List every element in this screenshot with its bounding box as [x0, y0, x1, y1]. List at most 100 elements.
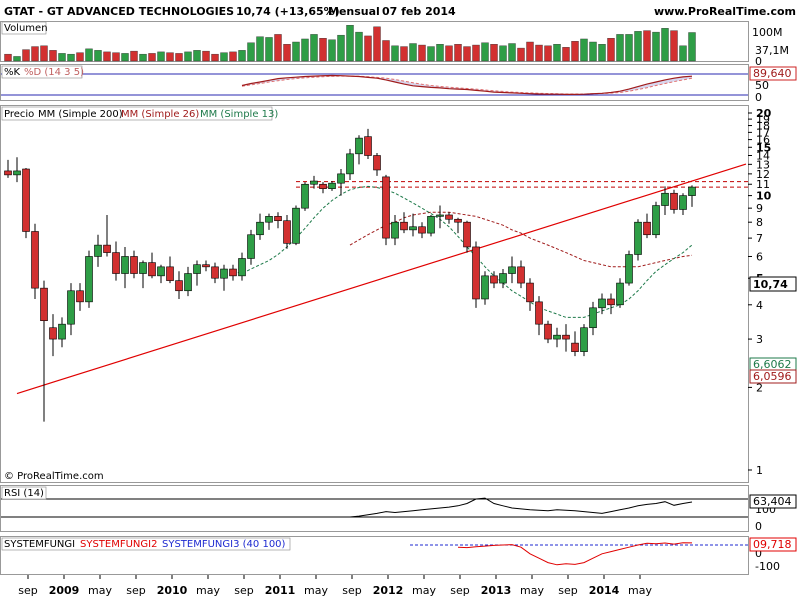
candle-body	[94, 244, 102, 257]
volume-bar	[148, 53, 156, 62]
candle-body	[562, 334, 570, 340]
volume-bar	[202, 50, 210, 62]
rsi-label: RSI (14)	[4, 488, 44, 499]
volume-bar	[607, 38, 615, 62]
volume-bar	[589, 41, 597, 62]
candle-body	[319, 183, 327, 189]
candle-body	[418, 226, 426, 234]
volume-bar	[103, 51, 111, 62]
legend-ma200: MM (Simple 200)	[38, 109, 123, 120]
ticker-title: GTAT - GT ADVANCED TECHNOLOGIES	[4, 5, 234, 18]
candle-body	[445, 214, 453, 220]
rsi-value-text: 63,404	[753, 495, 792, 508]
volume-bar	[364, 35, 372, 62]
volume-bar	[238, 50, 246, 62]
time-tick-label: sep	[18, 584, 37, 597]
volume-bar	[319, 38, 327, 62]
candle-body	[166, 266, 174, 281]
candle-body	[607, 298, 615, 306]
candle-body	[13, 170, 21, 176]
legend-ma26: MM (Simple 26)	[121, 109, 199, 120]
candle-body	[481, 275, 489, 300]
candle-body	[85, 256, 93, 303]
volume-bar	[463, 46, 471, 62]
candle-body	[58, 323, 66, 340]
price-tick-label: 6	[756, 250, 763, 263]
price-tick-label: 8	[756, 216, 763, 229]
volume-bar	[157, 51, 165, 62]
volume-bar	[76, 52, 84, 62]
time-tick-label: sep	[450, 584, 469, 597]
candle-body	[67, 290, 75, 325]
candle-body	[193, 264, 201, 274]
candle-body	[229, 268, 237, 277]
candle-body	[652, 205, 660, 236]
candle-body	[337, 173, 345, 184]
volume-bar	[472, 44, 480, 62]
candle-body	[310, 180, 318, 185]
time-tick-label: may	[88, 584, 112, 597]
candle-body	[643, 221, 651, 236]
volume-bar	[418, 44, 426, 62]
candle-body	[346, 153, 354, 175]
candle-body	[508, 266, 516, 274]
time-tick-label: may	[304, 584, 328, 597]
volume-bar	[688, 32, 696, 62]
volume-bar	[427, 46, 435, 62]
candle-body	[598, 298, 606, 309]
volume-bar	[445, 45, 453, 62]
candle-body	[571, 342, 579, 352]
volume-bar	[283, 44, 291, 62]
time-tick-label: may	[628, 584, 652, 597]
time-tick-label: 2011	[265, 584, 296, 597]
fungi-value-text: 09,718	[753, 538, 792, 551]
price-tick-label: 4	[756, 299, 763, 312]
volume-bar	[382, 40, 390, 62]
volume-bar	[166, 52, 174, 62]
ma26-value-text: 6,0596	[753, 370, 792, 383]
candle-body	[238, 258, 246, 277]
candle-body	[130, 256, 138, 274]
legend-ma13: MM (Simple 13)	[200, 109, 278, 120]
volume-bar	[301, 38, 309, 62]
candle-body	[490, 275, 498, 284]
volume-bar	[598, 44, 606, 62]
candle-body	[22, 168, 30, 232]
candle-body	[4, 170, 12, 176]
volume-bar	[481, 42, 489, 62]
volume-bar	[355, 31, 363, 62]
volume-bar	[31, 46, 39, 62]
candle-body	[157, 266, 165, 277]
vol-tick-100m: 100M	[752, 26, 783, 39]
volume-bar	[580, 38, 588, 62]
candle-body	[139, 262, 147, 274]
candle-body	[292, 207, 300, 244]
volume-bar	[544, 45, 552, 62]
candle-body	[400, 221, 408, 231]
candle-body	[580, 327, 588, 352]
candle-body	[103, 244, 111, 253]
volume-bar	[526, 41, 534, 62]
candle-body	[544, 323, 552, 340]
volume-bar	[85, 48, 93, 62]
candle-body	[634, 221, 642, 255]
volume-bar	[58, 53, 66, 62]
volume-bar	[4, 53, 12, 62]
volume-bar	[94, 50, 102, 62]
price-value-text: 10,74	[753, 278, 788, 291]
time-tick-label: sep	[126, 584, 145, 597]
volume-bar	[49, 50, 57, 62]
candle-body	[364, 136, 372, 156]
volume-bar	[652, 31, 660, 62]
candle-body	[382, 176, 390, 239]
candle-body	[355, 137, 363, 155]
volume-bar	[517, 47, 525, 62]
stoch-tick-0: 0	[755, 91, 762, 104]
volume-bar	[229, 51, 237, 62]
stoch-d-label: %D (14 3 5)	[24, 67, 84, 78]
candle-body	[202, 264, 210, 268]
time-tick-label: 2009	[49, 584, 80, 597]
volume-bar	[571, 41, 579, 62]
site-url[interactable]: www.ProRealTime.com	[654, 5, 796, 18]
volume-bar	[643, 30, 651, 62]
